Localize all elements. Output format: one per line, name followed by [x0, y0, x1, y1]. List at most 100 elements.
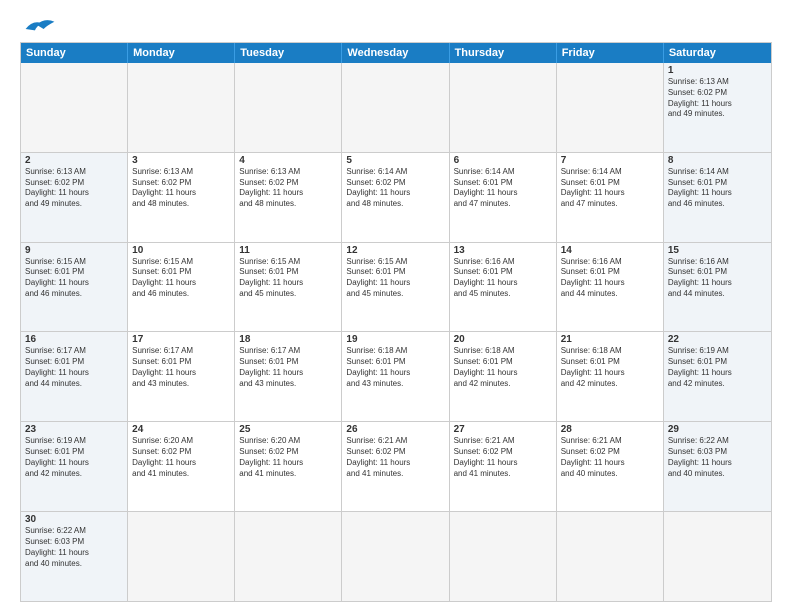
day-number: 20: [454, 334, 552, 345]
calendar-cell: 29Sunrise: 6:22 AM Sunset: 6:03 PM Dayli…: [664, 422, 771, 511]
calendar-row: 23Sunrise: 6:19 AM Sunset: 6:01 PM Dayli…: [21, 422, 771, 512]
calendar-cell: 23Sunrise: 6:19 AM Sunset: 6:01 PM Dayli…: [21, 422, 128, 511]
day-number: 17: [132, 334, 230, 345]
calendar-row: 2Sunrise: 6:13 AM Sunset: 6:02 PM Daylig…: [21, 153, 771, 243]
day-number: 11: [239, 245, 337, 256]
calendar-cell: 14Sunrise: 6:16 AM Sunset: 6:01 PM Dayli…: [557, 243, 664, 332]
day-number: 25: [239, 424, 337, 435]
calendar-cell: 22Sunrise: 6:19 AM Sunset: 6:01 PM Dayli…: [664, 332, 771, 421]
calendar-cell: [450, 512, 557, 601]
calendar-cell: [450, 63, 557, 152]
calendar-cell: 2Sunrise: 6:13 AM Sunset: 6:02 PM Daylig…: [21, 153, 128, 242]
day-number: 19: [346, 334, 444, 345]
cell-info: Sunrise: 6:18 AM Sunset: 6:01 PM Dayligh…: [454, 346, 552, 389]
day-number: 30: [25, 514, 123, 525]
logo-icon: [20, 16, 60, 34]
calendar-cell: [235, 512, 342, 601]
calendar-cell: 19Sunrise: 6:18 AM Sunset: 6:01 PM Dayli…: [342, 332, 449, 421]
cell-info: Sunrise: 6:15 AM Sunset: 6:01 PM Dayligh…: [239, 257, 337, 300]
cell-info: Sunrise: 6:21 AM Sunset: 6:02 PM Dayligh…: [561, 436, 659, 479]
cell-info: Sunrise: 6:20 AM Sunset: 6:02 PM Dayligh…: [239, 436, 337, 479]
cell-info: Sunrise: 6:15 AM Sunset: 6:01 PM Dayligh…: [346, 257, 444, 300]
day-number: 21: [561, 334, 659, 345]
calendar-cell: [235, 63, 342, 152]
day-number: 6: [454, 155, 552, 166]
cell-info: Sunrise: 6:17 AM Sunset: 6:01 PM Dayligh…: [132, 346, 230, 389]
calendar-cell: 3Sunrise: 6:13 AM Sunset: 6:02 PM Daylig…: [128, 153, 235, 242]
cell-info: Sunrise: 6:18 AM Sunset: 6:01 PM Dayligh…: [346, 346, 444, 389]
calendar-cell: 5Sunrise: 6:14 AM Sunset: 6:02 PM Daylig…: [342, 153, 449, 242]
calendar-cell: [664, 512, 771, 601]
cell-info: Sunrise: 6:13 AM Sunset: 6:02 PM Dayligh…: [668, 77, 767, 120]
day-number: 14: [561, 245, 659, 256]
cell-info: Sunrise: 6:14 AM Sunset: 6:02 PM Dayligh…: [346, 167, 444, 210]
day-number: 1: [668, 65, 767, 76]
day-header-saturday: Saturday: [664, 43, 771, 63]
cell-info: Sunrise: 6:13 AM Sunset: 6:02 PM Dayligh…: [132, 167, 230, 210]
day-header-tuesday: Tuesday: [235, 43, 342, 63]
calendar-cell: 18Sunrise: 6:17 AM Sunset: 6:01 PM Dayli…: [235, 332, 342, 421]
day-number: 24: [132, 424, 230, 435]
calendar-cell: 9Sunrise: 6:15 AM Sunset: 6:01 PM Daylig…: [21, 243, 128, 332]
day-number: 22: [668, 334, 767, 345]
calendar-row: 16Sunrise: 6:17 AM Sunset: 6:01 PM Dayli…: [21, 332, 771, 422]
day-number: 4: [239, 155, 337, 166]
calendar-cell: 1Sunrise: 6:13 AM Sunset: 6:02 PM Daylig…: [664, 63, 771, 152]
cell-info: Sunrise: 6:22 AM Sunset: 6:03 PM Dayligh…: [25, 526, 123, 569]
day-number: 3: [132, 155, 230, 166]
day-header-sunday: Sunday: [21, 43, 128, 63]
calendar-cell: 10Sunrise: 6:15 AM Sunset: 6:01 PM Dayli…: [128, 243, 235, 332]
calendar-cell: 7Sunrise: 6:14 AM Sunset: 6:01 PM Daylig…: [557, 153, 664, 242]
calendar-cell: 24Sunrise: 6:20 AM Sunset: 6:02 PM Dayli…: [128, 422, 235, 511]
cell-info: Sunrise: 6:15 AM Sunset: 6:01 PM Dayligh…: [132, 257, 230, 300]
day-number: 26: [346, 424, 444, 435]
day-number: 10: [132, 245, 230, 256]
cell-info: Sunrise: 6:14 AM Sunset: 6:01 PM Dayligh…: [561, 167, 659, 210]
cell-info: Sunrise: 6:22 AM Sunset: 6:03 PM Dayligh…: [668, 436, 767, 479]
day-headers: SundayMondayTuesdayWednesdayThursdayFrid…: [21, 43, 771, 63]
cell-info: Sunrise: 6:18 AM Sunset: 6:01 PM Dayligh…: [561, 346, 659, 389]
page: SundayMondayTuesdayWednesdayThursdayFrid…: [0, 0, 792, 612]
calendar-body: 1Sunrise: 6:13 AM Sunset: 6:02 PM Daylig…: [21, 63, 771, 601]
day-number: 7: [561, 155, 659, 166]
calendar-cell: 20Sunrise: 6:18 AM Sunset: 6:01 PM Dayli…: [450, 332, 557, 421]
calendar-cell: [342, 63, 449, 152]
calendar-row: 30Sunrise: 6:22 AM Sunset: 6:03 PM Dayli…: [21, 512, 771, 601]
calendar: SundayMondayTuesdayWednesdayThursdayFrid…: [20, 42, 772, 602]
calendar-cell: 30Sunrise: 6:22 AM Sunset: 6:03 PM Dayli…: [21, 512, 128, 601]
day-number: 27: [454, 424, 552, 435]
calendar-cell: 6Sunrise: 6:14 AM Sunset: 6:01 PM Daylig…: [450, 153, 557, 242]
cell-info: Sunrise: 6:17 AM Sunset: 6:01 PM Dayligh…: [25, 346, 123, 389]
logo: [20, 16, 60, 34]
day-number: 15: [668, 245, 767, 256]
cell-info: Sunrise: 6:15 AM Sunset: 6:01 PM Dayligh…: [25, 257, 123, 300]
cell-info: Sunrise: 6:17 AM Sunset: 6:01 PM Dayligh…: [239, 346, 337, 389]
cell-info: Sunrise: 6:13 AM Sunset: 6:02 PM Dayligh…: [239, 167, 337, 210]
calendar-cell: 11Sunrise: 6:15 AM Sunset: 6:01 PM Dayli…: [235, 243, 342, 332]
calendar-cell: [128, 512, 235, 601]
day-number: 23: [25, 424, 123, 435]
calendar-row: 9Sunrise: 6:15 AM Sunset: 6:01 PM Daylig…: [21, 243, 771, 333]
cell-info: Sunrise: 6:20 AM Sunset: 6:02 PM Dayligh…: [132, 436, 230, 479]
calendar-cell: [128, 63, 235, 152]
calendar-cell: 21Sunrise: 6:18 AM Sunset: 6:01 PM Dayli…: [557, 332, 664, 421]
calendar-cell: [21, 63, 128, 152]
calendar-cell: [342, 512, 449, 601]
calendar-cell: 27Sunrise: 6:21 AM Sunset: 6:02 PM Dayli…: [450, 422, 557, 511]
calendar-cell: 8Sunrise: 6:14 AM Sunset: 6:01 PM Daylig…: [664, 153, 771, 242]
cell-info: Sunrise: 6:21 AM Sunset: 6:02 PM Dayligh…: [454, 436, 552, 479]
cell-info: Sunrise: 6:19 AM Sunset: 6:01 PM Dayligh…: [668, 346, 767, 389]
calendar-cell: 4Sunrise: 6:13 AM Sunset: 6:02 PM Daylig…: [235, 153, 342, 242]
calendar-cell: 12Sunrise: 6:15 AM Sunset: 6:01 PM Dayli…: [342, 243, 449, 332]
cell-info: Sunrise: 6:16 AM Sunset: 6:01 PM Dayligh…: [561, 257, 659, 300]
cell-info: Sunrise: 6:14 AM Sunset: 6:01 PM Dayligh…: [454, 167, 552, 210]
cell-info: Sunrise: 6:19 AM Sunset: 6:01 PM Dayligh…: [25, 436, 123, 479]
day-header-thursday: Thursday: [450, 43, 557, 63]
day-number: 18: [239, 334, 337, 345]
day-number: 12: [346, 245, 444, 256]
calendar-cell: 15Sunrise: 6:16 AM Sunset: 6:01 PM Dayli…: [664, 243, 771, 332]
day-number: 8: [668, 155, 767, 166]
calendar-cell: 26Sunrise: 6:21 AM Sunset: 6:02 PM Dayli…: [342, 422, 449, 511]
day-number: 29: [668, 424, 767, 435]
cell-info: Sunrise: 6:14 AM Sunset: 6:01 PM Dayligh…: [668, 167, 767, 210]
